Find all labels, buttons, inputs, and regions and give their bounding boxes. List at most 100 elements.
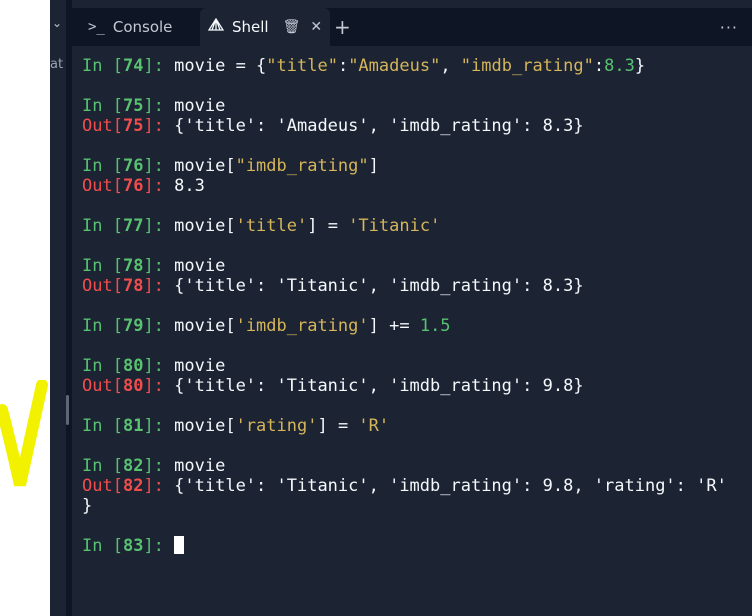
input-prompt: In [76]: — [82, 156, 175, 176]
input-prompt: In [81]: — [82, 416, 175, 436]
prompt-number: 74 — [122, 56, 144, 76]
input-prompt: In [83]: — [82, 536, 175, 556]
prompt-number: 76 — [122, 176, 144, 196]
input-prompt: In [82]: — [82, 456, 175, 476]
more-options-button[interactable]: ··· — [720, 8, 738, 46]
str-token: 'imdb_rating' — [235, 316, 369, 336]
sidebar-edge: ⌄ at — [50, 0, 66, 616]
output-line: Out[76]: 8.3 — [82, 176, 742, 196]
prompt-number: 81 — [122, 416, 144, 436]
ellipsis-icon: ··· — [719, 17, 738, 37]
prompt-number: 83 — [122, 536, 144, 556]
input-line: In [76]: movie["imdb_rating"] — [82, 156, 742, 176]
code-token: movie — [174, 96, 226, 116]
output-continuation: } — [82, 496, 93, 516]
code-token: ] = — [317, 416, 359, 436]
num-token: 8.3 — [604, 56, 635, 76]
input-line: In [75]: movie — [82, 96, 742, 116]
output-line: Out[82]: {'title': 'Titanic', 'imdb_rati… — [82, 476, 742, 496]
code-token: movie — [174, 256, 226, 276]
code-token: ] += — [368, 316, 420, 336]
code-token: } — [634, 56, 646, 76]
input-line: In [83]: — [82, 536, 742, 556]
output-value: 8.3 — [174, 176, 205, 196]
str-token: 'rating' — [235, 416, 318, 436]
yellow-annotation-scribble — [0, 380, 48, 487]
code-token: movie — [174, 356, 226, 376]
output-value: {'title': 'Titanic', 'imdb_rating': 9.8} — [174, 376, 584, 396]
tab-bar: >_ Console Shell 🗑 ✕ + ··· — [72, 8, 752, 46]
code-token: movie = { — [174, 56, 267, 76]
input-line: In [81]: movie['rating'] = 'R' — [82, 416, 742, 436]
chevron-down-icon[interactable]: ⌄ — [52, 16, 62, 30]
resize-handle[interactable] — [66, 395, 69, 425]
str-token: 'Titanic' — [348, 216, 441, 236]
terminal-prompt-icon: >_ — [88, 19, 105, 35]
output-prompt: Out[80]: — [82, 376, 175, 396]
output-line: Out[75]: {'title': 'Amadeus', 'imdb_rati… — [82, 116, 742, 136]
prompt-number: 78 — [122, 256, 144, 276]
prompt-number: 77 — [122, 216, 144, 236]
prompt-number: 75 — [122, 96, 144, 116]
output-value: {'title': 'Titanic', 'imdb_rating': 8.3} — [174, 276, 584, 296]
input-line: In [82]: movie — [82, 456, 742, 476]
output-prompt: Out[75]: — [82, 116, 175, 136]
plus-icon: + — [334, 15, 351, 39]
left-panel — [0, 0, 50, 616]
code-token: ] — [368, 156, 379, 176]
num-token: 1.5 — [419, 316, 451, 336]
str-token: "imdb_rating" — [460, 56, 594, 76]
prompt-number: 80 — [122, 356, 144, 376]
input-line: In [78]: movie — [82, 256, 742, 276]
code-token: movie[ — [174, 156, 236, 176]
prompt-number: 75 — [122, 116, 144, 136]
shell-pane: >_ Console Shell 🗑 ✕ + ··· In [74]: movi… — [72, 0, 752, 616]
output-value: {'title': 'Titanic', 'imdb_rating': 9.8,… — [174, 476, 727, 496]
prompt-number: 78 — [122, 276, 144, 296]
output-prompt: Out[78]: — [82, 276, 175, 296]
prompt-number: 76 — [122, 156, 144, 176]
tab-shell[interactable]: Shell 🗑 ✕ — [200, 8, 330, 46]
terminal-output[interactable]: In [74]: movie = {"title": "Amadeus", "im… — [82, 56, 742, 556]
output-line: Out[78]: {'title': 'Titanic', 'imdb_rati… — [82, 276, 742, 296]
output-line: Out[80]: {'title': 'Titanic', 'imdb_rati… — [82, 376, 742, 396]
trash-icon[interactable]: 🗑 — [283, 19, 301, 35]
shell-icon — [207, 17, 225, 36]
str-token: "Amadeus" — [348, 56, 441, 76]
input-line: In [80]: movie — [82, 356, 742, 376]
input-prompt: In [80]: — [82, 356, 175, 376]
prompt-number: 82 — [122, 456, 144, 476]
input-prompt: In [75]: — [82, 96, 175, 116]
output-value: {'title': 'Amadeus', 'imdb_rating': 8.3} — [174, 116, 584, 136]
str-token: 'title' — [235, 216, 308, 236]
code-token: movie[ — [174, 216, 236, 236]
input-prompt: In [74]: — [82, 56, 175, 76]
input-prompt: In [78]: — [82, 256, 175, 276]
tab-console-label: Console — [112, 18, 173, 36]
input-prompt: In [77]: — [82, 216, 175, 236]
prompt-number: 79 — [122, 316, 144, 336]
code-token: , — [440, 56, 461, 76]
input-line: In [79]: movie['imdb_rating'] += 1.5 — [82, 316, 742, 336]
prompt-number: 82 — [122, 476, 144, 496]
input-line: In [74]: movie = {"title": "Amadeus", "im… — [82, 56, 742, 76]
code-token: movie — [174, 456, 226, 476]
str-token: "title" — [266, 56, 338, 76]
code-token: ] = — [307, 216, 349, 236]
new-tab-button[interactable]: + — [334, 8, 351, 46]
tab-console[interactable]: >_ Console — [80, 8, 198, 46]
output-prompt: Out[82]: — [82, 476, 175, 496]
sidebar-edge-text: at — [50, 57, 64, 72]
close-icon[interactable]: ✕ — [310, 19, 322, 35]
code-token: : — [593, 56, 605, 76]
text-cursor[interactable] — [174, 536, 185, 554]
str-token: 'R' — [358, 416, 390, 436]
